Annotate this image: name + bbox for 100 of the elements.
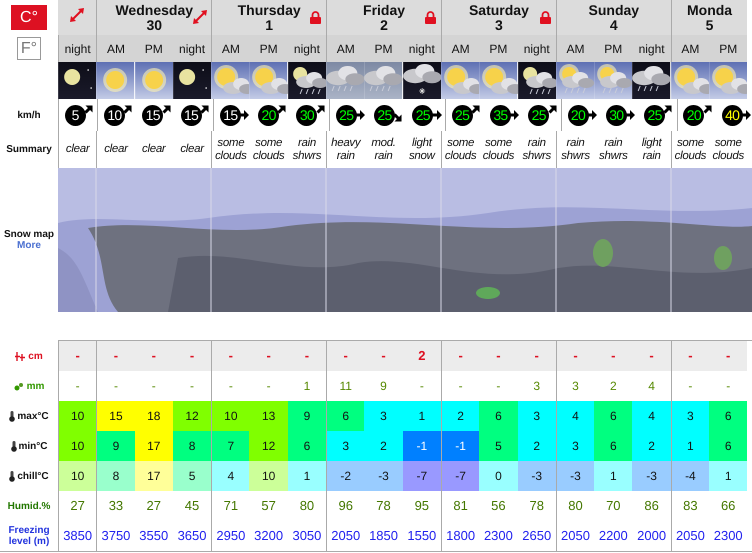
temperature-value: 13 (262, 408, 276, 425)
day-date: 3 (495, 18, 503, 32)
weather-summary: some clouds (482, 136, 516, 162)
humidity-value: 27 (70, 497, 85, 516)
temperature-value: -4 (685, 468, 696, 485)
freezing-level: 2300 (484, 527, 513, 546)
more-link[interactable]: More (17, 240, 41, 251)
snow-icon (15, 352, 26, 360)
snowfall-value: - (114, 347, 118, 366)
temperature-value: 3 (380, 408, 387, 425)
period-label: AM (106, 40, 125, 58)
temperature-value: 1 (418, 408, 426, 425)
humidity-value: 27 (146, 497, 161, 516)
period-label: AM (222, 40, 240, 58)
temperature-value: 17 (147, 468, 160, 485)
freezing-level: 2050 (331, 527, 360, 546)
temperature-value: 18 (147, 408, 160, 425)
expand-icon[interactable] (70, 8, 84, 22)
freezing-level: 2000 (637, 527, 666, 546)
temperature-value: 10 (70, 468, 84, 485)
row-label: Humid.% (8, 500, 50, 512)
temperature-value: 2 (380, 438, 387, 455)
snowfall-value: - (649, 347, 654, 366)
row-label: Snow map (4, 229, 54, 240)
temperature-value: 6 (495, 408, 502, 425)
snowfall-value: 2 (418, 347, 426, 366)
temperature-value: 10 (224, 408, 238, 425)
day-name: Thursday (238, 2, 301, 18)
rainfall-value: - (688, 378, 692, 395)
snowfall-value: - (344, 347, 348, 366)
rain-icon (14, 382, 24, 390)
temperature-value: 6 (610, 438, 617, 455)
freezing-level: 3200 (254, 527, 284, 546)
rainfall-value: 2 (610, 378, 617, 395)
rainfall-value: - (496, 378, 500, 395)
temperature-value: -3 (570, 468, 581, 485)
weather-summary: clear (104, 143, 128, 156)
rainfall-value: - (266, 378, 271, 395)
rainfall-value: - (114, 378, 118, 395)
snowfall-value: - (458, 347, 463, 366)
wind-speed: 15 (180, 104, 202, 126)
period-label: night (408, 40, 435, 58)
temperature-value: 6 (610, 408, 617, 425)
weather-summary: rain shwrs (560, 136, 591, 162)
unit-toggle[interactable]: C° (11, 5, 47, 30)
temperature-value: 10 (70, 408, 84, 425)
temperature-value: -3 (646, 468, 657, 485)
humidity-value: 57 (261, 497, 276, 516)
freezing-level: 1850 (369, 527, 398, 546)
temperature-value: -1 (455, 438, 466, 455)
freezing-level: 3650 (178, 527, 206, 546)
temperature-value: 7 (227, 438, 234, 455)
temperature-value: 9 (304, 408, 310, 425)
wind-speed: 40 (722, 104, 743, 126)
rainfall-value: - (458, 378, 463, 395)
temperature-value: 3 (572, 438, 579, 455)
row-label: Freezing level (m) (7, 525, 51, 547)
period-label: PM (489, 40, 508, 58)
snowfall-value: - (75, 347, 80, 366)
humidity-value: 70 (606, 497, 621, 516)
snowfall-value: - (266, 347, 271, 366)
expand-icon[interactable] (193, 10, 208, 24)
snowfall-value: - (228, 347, 233, 366)
freezing-level: 3550 (139, 527, 168, 546)
weather-summary: heavy rain (330, 136, 362, 162)
wind-speed: 10 (104, 104, 125, 126)
temperature-value: 1 (610, 468, 617, 485)
row-label: km/h (17, 110, 41, 120)
freezing-level: 3850 (63, 527, 92, 546)
temperature-value: 5 (188, 468, 196, 485)
period-label: PM (144, 40, 163, 58)
rainfall-value: 3 (533, 378, 540, 395)
wind-speed: 15 (142, 104, 164, 126)
unit-toggle[interactable]: F° (17, 37, 41, 60)
humidity-value: 33 (108, 497, 124, 516)
day-date: 5 (706, 18, 714, 32)
rainfall-value: 11 (339, 378, 352, 395)
humidity-value: 71 (224, 497, 238, 516)
temperature-value: -2 (340, 468, 352, 485)
temperature-value: 6 (724, 438, 732, 455)
temperature-value: 12 (185, 408, 199, 425)
temperature-value: 3 (687, 408, 694, 425)
temperature-value: 4 (648, 408, 655, 425)
temperature-value: 6 (342, 408, 350, 425)
period-label: PM (260, 40, 278, 58)
freezing-level: 2950 (216, 527, 246, 546)
day-date: 1 (265, 18, 274, 32)
rainfall-value: 9 (380, 378, 387, 395)
freezing-level: 2050 (676, 527, 705, 546)
rainfall-value: - (152, 378, 156, 395)
freezing-level: 1550 (407, 527, 436, 546)
snowfall-value: - (381, 347, 386, 366)
snowfall-value: - (496, 347, 501, 366)
temperature-value: 10 (262, 468, 276, 485)
freezing-level: 2650 (522, 527, 552, 546)
weather-summary: light snow (408, 136, 436, 162)
row-label: max°C (17, 410, 49, 422)
snowfall-value: - (611, 347, 616, 366)
weather-summary: clear (180, 143, 204, 156)
wind-speed: 20 (568, 104, 588, 126)
